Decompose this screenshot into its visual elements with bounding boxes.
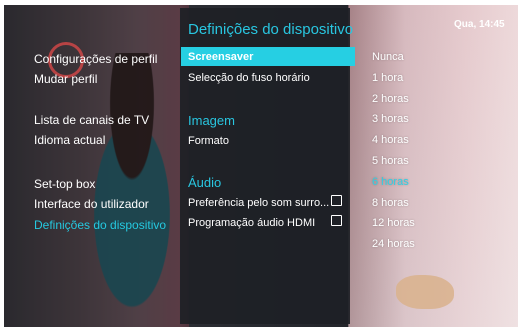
section-image-heading: Imagem (188, 113, 235, 128)
menu-item-set-top-box[interactable]: Set-top box (34, 177, 95, 191)
option-1-hour[interactable]: 1 hora (372, 71, 403, 85)
menu-item-current-language[interactable]: Idioma actual (34, 133, 105, 147)
menu-item-tv-channel-list[interactable]: Lista de canais de TV (34, 113, 149, 127)
option-4-hours[interactable]: 4 horas (372, 133, 409, 147)
section-audio-heading: Áudio (188, 175, 222, 190)
option-6-hours[interactable]: 6 horas (372, 175, 409, 189)
panel-item-surround-preference[interactable]: Preferência pelo som surro... (188, 196, 329, 210)
surround-checkbox[interactable] (331, 195, 342, 206)
clock: Qua, 14:45 (454, 19, 505, 30)
menu-item-device-settings[interactable]: Definições do dispositivo (34, 218, 166, 232)
panel-item-screensaver[interactable]: Screensaver (188, 50, 253, 64)
menu-item-change-profile[interactable]: Mudar perfil (34, 72, 97, 86)
option-3-hours[interactable]: 3 horas (372, 112, 409, 126)
menu-item-profile-settings[interactable]: Configurações de perfil (34, 52, 157, 66)
option-never[interactable]: Nunca (372, 50, 404, 64)
menu-item-user-interface[interactable]: Interface do utilizador (34, 197, 149, 211)
option-2-hours[interactable]: 2 horas (372, 92, 409, 106)
option-24-hours[interactable]: 24 horas (372, 237, 415, 251)
panel-item-format[interactable]: Formato (188, 134, 229, 148)
option-12-hours[interactable]: 12 horas (372, 216, 415, 230)
option-8-hours[interactable]: 8 horas (372, 196, 409, 210)
background-hand (396, 275, 454, 309)
panel-item-hdmi-audio[interactable]: Programação áudio HDMI (188, 216, 315, 230)
panel-item-timezone[interactable]: Selecção do fuso horário (188, 71, 310, 85)
hdmi-audio-checkbox[interactable] (331, 215, 342, 226)
option-5-hours[interactable]: 5 horas (372, 154, 409, 168)
panel-title: Definições do dispositivo (188, 21, 354, 38)
